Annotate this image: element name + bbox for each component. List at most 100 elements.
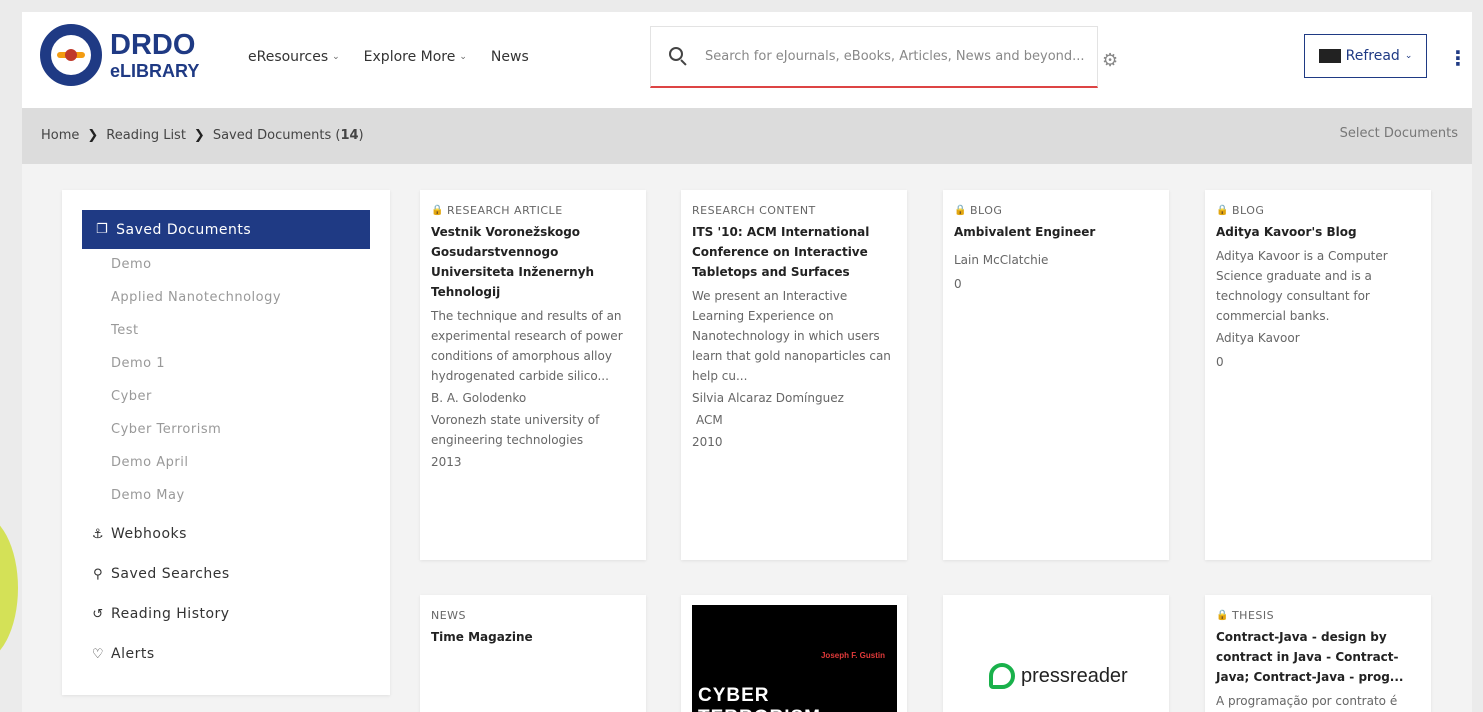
- sidebar-item-label: Reading History: [111, 606, 230, 622]
- card-type-label: THESIS: [1231, 609, 1275, 622]
- card-year: 2010: [692, 435, 723, 449]
- sidebar-sublist-item[interactable]: Cyber Terrorism: [111, 422, 221, 437]
- card-type-label: RESEARCH ARTICLE: [446, 204, 563, 217]
- card-title[interactable]: Time Magazine: [431, 627, 636, 647]
- sidebar-item-reading-history[interactable]: ↺ Reading History: [91, 606, 230, 622]
- document-card[interactable]: RESEARCH CONTENT ITS '10: ACM Internatio…: [681, 190, 907, 560]
- sidebar-item-label: Saved Documents: [116, 221, 252, 238]
- top-header: DRDO eLIBRARY eResources ⌄ Explore More …: [22, 12, 1472, 108]
- history-icon: ↺: [92, 606, 104, 622]
- card-type: 🔒 THESIS: [1216, 609, 1421, 622]
- decorative-circle: [0, 514, 18, 662]
- card-type-label: BLOG: [1231, 204, 1265, 217]
- sidebar-item-saved-documents[interactable]: ❐ Saved Documents: [82, 210, 370, 249]
- nav-label: Explore More: [363, 49, 456, 65]
- card-description: Aditya Kavoor is a Computer Science grad…: [1216, 249, 1388, 323]
- breadcrumb-home[interactable]: Home: [41, 128, 79, 143]
- sidebar-item-webhooks[interactable]: ⚓ Webhooks: [91, 526, 187, 542]
- nav-label: News: [490, 49, 529, 65]
- nav-news[interactable]: News: [491, 49, 529, 65]
- sidebar-item-label: Webhooks: [111, 526, 187, 542]
- document-card[interactable]: 🔒 BLOG Ambivalent Engineer Lain McClatchi…: [943, 190, 1169, 560]
- sidebar-sublist-item[interactable]: Demo: [111, 257, 152, 272]
- card-type: 🔒 BLOG: [1216, 204, 1421, 217]
- card-author: Lain McClatchie: [954, 253, 1049, 267]
- card-type: 🔒 BLOG: [954, 204, 1159, 217]
- book-cover: Joseph F. Gustin CYBER TERRORISM: [692, 605, 897, 712]
- anchor-icon: ⚓: [91, 526, 105, 542]
- card-title[interactable]: Vestnik Voronežskogo Gosudarstvennogo Un…: [431, 222, 636, 302]
- cover-author: Joseph F. Gustin: [820, 651, 885, 660]
- breadcrumb: Home ❯ Reading List ❯ Saved Documents (1…: [41, 128, 364, 143]
- card-description: A programação por contrato é: [1216, 694, 1398, 708]
- user-menu-button[interactable]: Refread ⌄: [1304, 34, 1427, 78]
- bell-icon: ♡: [91, 646, 105, 662]
- breadcrumb-close-paren: ): [358, 128, 364, 143]
- sidebar-sublist-item[interactable]: Demo May: [111, 488, 185, 503]
- gear-icon[interactable]: ⚙: [1102, 50, 1118, 71]
- chevron-down-icon: ⌄: [459, 52, 467, 62]
- card-type: NEWS: [431, 609, 467, 622]
- lock-icon: 🔒: [1216, 610, 1229, 621]
- cover-title: CYBER TERRORISM: [698, 685, 820, 712]
- documents-icon: ❐: [96, 222, 109, 237]
- sidebar-sublist-item[interactable]: Test: [111, 323, 139, 338]
- chevron-right-icon: ❯: [87, 128, 99, 143]
- document-card[interactable]: 🔒 RESEARCH ARTICLE Vestnik Voronežskogo G…: [420, 190, 646, 560]
- kebab-menu-icon[interactable]: ⋮: [1448, 46, 1468, 70]
- sidebar-item-label: Saved Searches: [111, 566, 230, 582]
- user-label: Refread: [1345, 48, 1400, 64]
- nav-explore-more[interactable]: Explore More ⌄: [364, 49, 467, 65]
- breadcrumb-current: Saved Documents (14): [213, 128, 364, 143]
- nav-label: eResources: [248, 49, 329, 65]
- search-bar: [650, 26, 1098, 88]
- sidebar-sublist-item[interactable]: Demo 1: [111, 356, 165, 371]
- sidebar-sublist-item[interactable]: Demo April: [111, 455, 188, 470]
- document-card[interactable]: 🔒 THESIS Contract-Java - design by contra…: [1205, 595, 1431, 712]
- app-frame: DRDO eLIBRARY eResources ⌄ Explore More …: [22, 12, 1472, 712]
- drdo-seal-icon: [40, 24, 102, 86]
- drdo-logo[interactable]: DRDO eLIBRARY: [40, 24, 199, 86]
- nav-eresources[interactable]: eResources ⌄: [248, 49, 340, 65]
- pressreader-logo-text: pressreader: [1021, 664, 1128, 687]
- card-author: Aditya Kavoor: [1216, 331, 1300, 345]
- logo-subtitle: eLIBRARY: [110, 60, 200, 81]
- chevron-down-icon: ⌄: [332, 52, 340, 62]
- saved-count: 14: [340, 128, 359, 143]
- sidebar-sublist-item[interactable]: Cyber: [111, 389, 152, 404]
- document-card[interactable]: NEWS Time Magazine: [420, 595, 646, 712]
- search-plus-icon: ⚲: [92, 566, 104, 582]
- card-title[interactable]: ITS '10: ACM International Conference on…: [692, 222, 897, 282]
- breadcrumb-bar: Home ❯ Reading List ❯ Saved Documents (1…: [22, 108, 1472, 164]
- card-title[interactable]: Ambivalent Engineer: [954, 222, 1159, 242]
- sidebar-item-label: Alerts: [111, 646, 155, 662]
- pressreader-logo: pressreader: [989, 663, 1128, 689]
- main-nav: eResources ⌄ Explore More ⌄ News: [248, 49, 529, 65]
- card-count: 0: [1216, 355, 1224, 369]
- card-title[interactable]: Aditya Kavoor's Blog: [1216, 222, 1421, 242]
- breadcrumb-current-label: Saved Documents (: [212, 128, 341, 143]
- select-documents-link[interactable]: Select Documents: [1340, 126, 1458, 141]
- card-description: The technique and results of an experime…: [431, 309, 623, 383]
- sidebar-item-alerts[interactable]: ♡ Alerts: [91, 646, 155, 662]
- card-title[interactable]: Contract-Java - design by contract in Ja…: [1216, 627, 1421, 687]
- reading-list-sidebar: ❐ Saved Documents Demo Applied Nanotechn…: [62, 190, 390, 695]
- card-type-label: BLOG: [969, 204, 1003, 217]
- sidebar-item-saved-searches[interactable]: ⚲ Saved Searches: [91, 566, 230, 582]
- card-publisher: Voronezh state university of engineering…: [431, 413, 600, 447]
- chevron-right-icon: ❯: [193, 128, 205, 143]
- sidebar-sublist-item[interactable]: Applied Nanotechnology: [111, 290, 281, 305]
- search-icon[interactable]: [669, 46, 689, 67]
- card-description: We present an Interactive Learning Exper…: [692, 289, 891, 383]
- pressreader-icon: [989, 663, 1015, 689]
- lock-icon: 🔒: [1216, 205, 1229, 216]
- breadcrumb-reading-list[interactable]: Reading List: [106, 128, 186, 143]
- document-card[interactable]: Joseph F. Gustin CYBER TERRORISM: [681, 595, 907, 712]
- card-type: RESEARCH CONTENT: [692, 204, 816, 217]
- card-author: Silvia Alcaraz Domínguez: [692, 391, 844, 405]
- document-card[interactable]: 🔒 BLOG Aditya Kavoor's Blog Aditya Kavoor…: [1205, 190, 1431, 560]
- document-card[interactable]: pressreader: [943, 595, 1169, 712]
- lock-icon: 🔒: [431, 205, 444, 216]
- chevron-down-icon: ⌄: [1404, 51, 1413, 61]
- search-input[interactable]: [705, 49, 1095, 64]
